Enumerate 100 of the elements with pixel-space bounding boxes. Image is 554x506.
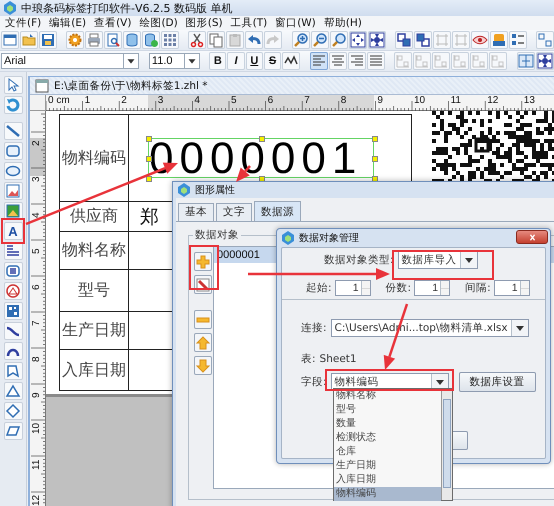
stamp-icon	[490, 32, 507, 48]
resize-handle[interactable]	[372, 156, 378, 162]
style-button[interactable]: I	[227, 52, 245, 70]
ruler-label: 3	[31, 176, 42, 182]
tool-button[interactable]	[4, 282, 22, 300]
align-button[interactable]	[328, 52, 347, 70]
ruler-label: 4	[31, 212, 42, 218]
toolbar-button[interactable]	[536, 52, 554, 70]
tool-button[interactable]	[4, 422, 22, 440]
dropdown-option[interactable]: 型号	[334, 403, 441, 417]
menu-item[interactable]: 图形(S)	[184, 16, 225, 30]
down-arrow-icon	[195, 358, 211, 374]
style-button[interactable]: B	[209, 52, 226, 70]
align-button[interactable]	[348, 52, 366, 70]
tool-button[interactable]	[4, 342, 22, 360]
field-label: 连接:	[301, 321, 327, 335]
spinner[interactable]: 1	[334, 280, 371, 296]
ruler-label: 12	[487, 95, 498, 106]
menu-item[interactable]: 窗口(W)	[273, 16, 318, 30]
resize-handle[interactable]	[259, 136, 265, 142]
grid-icon	[162, 32, 178, 48]
dropdown-option[interactable]: 生产日期	[334, 459, 441, 473]
style-button[interactable]: U	[246, 52, 263, 70]
align-button[interactable]	[366, 52, 385, 70]
style-button[interactable]: S	[264, 52, 282, 70]
floppy-icon	[40, 32, 56, 48]
tab[interactable]: 数据源	[254, 201, 301, 221]
menu-item[interactable]: 工具(T)	[228, 16, 270, 30]
tool-button[interactable]	[4, 382, 22, 400]
ruler-label: 7	[304, 95, 310, 106]
table-name: Sheet1	[320, 353, 357, 365]
ruler-label: 8	[340, 95, 346, 106]
scrollbar[interactable]	[441, 389, 452, 500]
up-arrow-icon	[195, 334, 211, 350]
tool-button[interactable]	[4, 362, 22, 380]
tab[interactable]: 基本	[178, 203, 214, 221]
resize-handle[interactable]	[372, 136, 378, 142]
document-title: E:\桌面备份\于\物料标签1.zhl *	[54, 78, 208, 92]
toolbar-button[interactable]	[348, 31, 367, 49]
distribute-icon	[414, 53, 430, 69]
database-icon	[124, 32, 140, 48]
spinner[interactable]: 1	[494, 280, 530, 296]
tool-button[interactable]	[4, 262, 22, 280]
menu-item[interactable]: 编辑(E)	[47, 16, 88, 30]
dropdown-option[interactable]: 物料编码	[334, 487, 441, 501]
close-button[interactable]	[516, 230, 548, 244]
tool-button[interactable]	[4, 142, 22, 160]
size-dropdown[interactable]: 11.0	[148, 53, 200, 69]
tool-button[interactable]	[4, 122, 22, 140]
distribute-icon	[452, 53, 468, 69]
ruler-label: 9	[31, 392, 42, 398]
ruler-label: 6	[31, 284, 42, 290]
distribute-icon	[471, 53, 488, 69]
tool-button[interactable]	[4, 76, 22, 94]
dropdown-option[interactable]: 检测状态	[334, 431, 441, 445]
resize-handle[interactable]	[146, 156, 152, 162]
database-plus-icon	[143, 32, 160, 48]
distribute-icon	[433, 53, 450, 69]
field-label: 起始:	[306, 281, 332, 295]
ruler-label: 4	[194, 95, 200, 106]
font-dropdown[interactable]: Arial	[1, 53, 140, 69]
ellipse-icon	[5, 163, 21, 179]
resize-handle[interactable]	[146, 176, 152, 182]
menu-item[interactable]: 查看(V)	[92, 16, 134, 30]
folder-icon	[21, 32, 37, 48]
paste-icon	[227, 32, 244, 48]
highlight-frame	[189, 245, 219, 290]
tool-button[interactable]	[4, 182, 22, 200]
table-cell: 物料名称	[60, 232, 129, 270]
tab[interactable]: 文字	[216, 203, 252, 221]
ruler-label: 8	[31, 356, 42, 362]
preview-icon	[105, 32, 122, 48]
spinner[interactable]: 1	[414, 280, 450, 296]
field-label: 间隔:	[465, 281, 491, 295]
type-dropdown[interactable]: 数据库导入	[398, 251, 478, 269]
image-icon	[5, 203, 21, 219]
dropdown-option[interactable]: 数量	[334, 417, 441, 431]
table-cell: 物料编码	[60, 115, 129, 202]
field-label: 表:	[301, 352, 316, 366]
resize-handle[interactable]	[146, 136, 152, 142]
tool-button[interactable]	[4, 302, 22, 320]
collapse-icon	[537, 53, 554, 69]
tool-button[interactable]: A	[4, 222, 22, 240]
menu-item[interactable]: 文件(F)	[3, 16, 44, 30]
dropdown-option[interactable]: 入库日期	[334, 473, 441, 487]
toolbar-button[interactable]	[368, 31, 386, 49]
document-icon	[34, 78, 50, 94]
dropdown-option[interactable]: 仓库	[334, 445, 441, 459]
tool-button[interactable]	[4, 402, 22, 420]
tool-button[interactable]	[4, 162, 22, 180]
align-button[interactable]	[310, 52, 328, 70]
menu-item[interactable]: 绘图(D)	[137, 16, 180, 30]
ruler-label: 2	[31, 140, 42, 146]
highlight-frame	[1, 218, 25, 244]
table-cell: 供应商	[60, 202, 129, 232]
panel-icon	[518, 53, 534, 69]
menu-item[interactable]: 帮助(H)	[322, 16, 364, 30]
database-settings-button[interactable]: 数据库设置	[458, 372, 536, 392]
tool-button[interactable]	[4, 322, 22, 340]
line-icon	[5, 123, 21, 139]
